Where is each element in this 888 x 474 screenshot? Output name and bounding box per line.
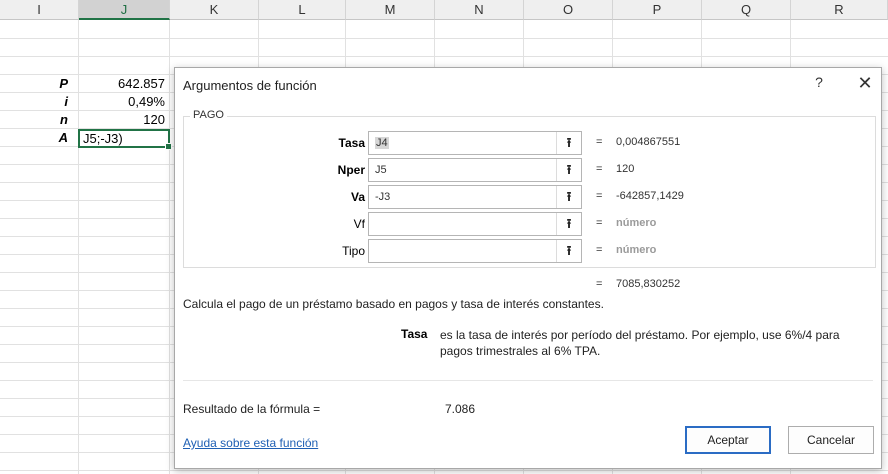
arg-input-tipo[interactable]: ⭱ [368,239,582,263]
close-icon[interactable]: ✕ [855,73,875,94]
cancel-button[interactable]: Cancelar [788,426,874,454]
arg-result-vf: número [616,217,657,229]
arg-row-tipo: Tipo ⭱ = número [175,239,883,263]
arg-result-tasa: 0,004867551 [616,136,681,148]
collapse-dialog-icon[interactable]: ⭱ [556,132,581,154]
arg-input-va[interactable]: -J3 ⭱ [368,185,582,209]
formula-result-value: 7.086 [445,402,476,416]
arg-name-va: Va [350,190,365,204]
equals-sign: = [596,136,603,148]
collapse-dialog-icon[interactable]: ⭱ [556,213,581,235]
arg-result-va: -642857,1429 [616,190,684,202]
column-header-q[interactable]: Q [702,0,791,20]
cell-label-a[interactable]: A [0,129,78,146]
column-header-k[interactable]: K [170,0,259,20]
grid-line [0,470,888,471]
arg-name-tasa: Tasa [338,136,365,150]
arg-name-vf: Vf [353,217,365,231]
equals-sign: = [596,163,603,175]
arg-result-nper: 120 [616,163,635,175]
grid-line [169,20,170,474]
equals-sign: = [596,244,603,256]
arg-input-vf[interactable]: ⭱ [368,212,582,236]
active-cell-text: J5;-J3) [83,131,123,146]
cell-label-i[interactable]: i [0,93,78,110]
active-cell-editor[interactable]: J5;-J3) [78,129,172,150]
arg-description-text: es la tasa de interés por período del pr… [440,328,840,358]
fill-handle[interactable] [165,143,172,150]
cell-value-i[interactable]: 0,49% [79,93,169,110]
grid-line [0,56,888,57]
divider [183,380,873,381]
column-header-i[interactable]: I [0,0,79,20]
arg-input-tasa[interactable]: J4 ⭱ [368,131,582,155]
collapse-dialog-icon[interactable]: ⭱ [556,159,581,181]
column-header-p[interactable]: P [613,0,702,20]
arg-row-va: Va -J3 ⭱ = -642857,1429 [175,185,883,209]
column-header-n[interactable]: N [435,0,524,20]
arg-row-nper: Nper J5 ⭱ = 120 [175,158,883,182]
arg-name-nper: Nper [337,163,365,177]
function-result-value: 7085,830252 [616,278,681,290]
column-header-m[interactable]: M [346,0,435,20]
arg-result-tipo: número [616,244,657,256]
ok-button[interactable]: Aceptar [685,426,771,454]
column-header-j[interactable]: J [79,0,170,20]
function-arguments-dialog: Argumentos de función ? ✕ PAGO Tasa J4 ⭱… [174,67,882,469]
column-header-r[interactable]: R [791,0,888,20]
column-header-l[interactable]: L [259,0,346,20]
cell-value-n[interactable]: 120 [79,111,169,128]
arg-row-tasa: Tasa J4 ⭱ = 0,004867551 [175,131,883,155]
arg-name-tipo: Tipo [342,244,365,258]
arg-input-va-value: -J3 [375,191,391,203]
function-help-link[interactable]: Ayuda sobre esta función [183,436,318,450]
dialog-title: Argumentos de función [183,78,317,93]
formula-result-label: Resultado de la fórmula = [183,402,321,416]
equals-sign: = [596,217,603,229]
cell-label-p[interactable]: P [0,75,78,92]
grid-line [0,38,888,39]
cell-value-p[interactable]: 642.857 [79,75,169,92]
arg-input-nper[interactable]: J5 ⭱ [368,158,582,182]
arg-input-nper-value: J5 [375,164,387,176]
cell-label-n[interactable]: n [0,111,78,128]
collapse-dialog-icon[interactable]: ⭱ [556,186,581,208]
arg-input-tasa-value: J4 [375,137,389,149]
function-description: Calcula el pago de un préstamo basado en… [183,297,604,311]
equals-sign: = [596,278,603,290]
equals-sign: = [596,190,603,202]
arg-row-vf: Vf ⭱ = número [175,212,883,236]
collapse-dialog-icon[interactable]: ⭱ [556,240,581,262]
function-name-label: PAGO [190,109,227,121]
column-header-o[interactable]: O [524,0,613,20]
help-icon[interactable]: ? [809,74,829,90]
arg-description-name: Tasa [401,327,428,341]
